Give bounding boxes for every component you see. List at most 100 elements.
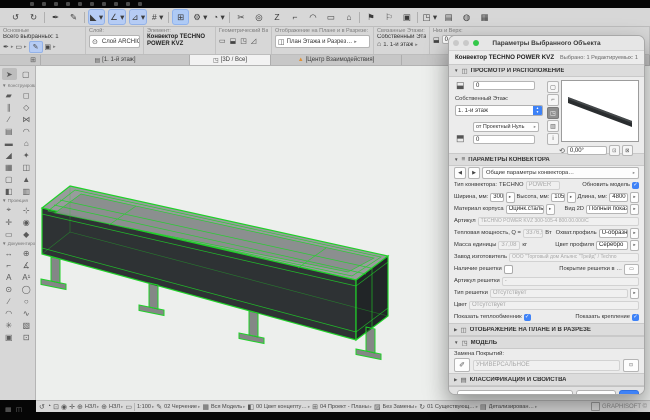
- mirror-icon[interactable]: ⊡: [609, 145, 620, 156]
- tool-icon[interactable]: ∕: [1, 113, 16, 125]
- ok-button[interactable]: ОК: [619, 390, 639, 395]
- section-floorplan[interactable]: ▶ ◫ ОТОБРАЖЕНИЕ НА ПЛАНЕ И В РАЗРЕЗЕ: [449, 323, 644, 336]
- quick-option-1-combo[interactable]: НЗЛ▸: [85, 404, 99, 410]
- chevron-icon[interactable]: ▸: [630, 240, 639, 251]
- tool-icon[interactable]: A¹: [19, 271, 34, 283]
- layers-icon[interactable]: ▦: [477, 10, 492, 24]
- adjust-icon[interactable]: ◎: [251, 10, 266, 24]
- tool-icon[interactable]: ⊕: [19, 247, 34, 259]
- renovation-filter-combo[interactable]: 01 Существующ…▸: [427, 404, 478, 410]
- tool-icon[interactable]: ▧: [19, 319, 34, 331]
- fit-icon[interactable]: ⊡: [53, 403, 59, 411]
- roof-icon[interactable]: ⌂: [341, 10, 356, 24]
- section-model[interactable]: ▼ ◳ МОДЕЛЬ: [449, 336, 644, 349]
- magnify-icon[interactable]: ⊕: [77, 403, 83, 411]
- detail-icon[interactable]: ▤: [480, 403, 487, 411]
- tool-icon[interactable]: ⌂: [19, 137, 34, 149]
- detail-level-combo[interactable]: Детализирован…▸: [489, 404, 538, 410]
- preview-list-icon[interactable]: ▥: [547, 120, 559, 132]
- toolbox-section-label[interactable]: ▼ Документирование: [0, 240, 35, 247]
- reno-icon[interactable]: ↻: [419, 403, 425, 411]
- tool-icon[interactable]: ◆: [19, 228, 34, 240]
- fillet-icon[interactable]: ◠: [305, 10, 320, 24]
- tool-icon[interactable]: ◻: [19, 89, 34, 101]
- settings-button[interactable]: ✎: [29, 41, 43, 53]
- model-view-combo[interactable]: 04 Проект - Планы▸: [320, 404, 372, 410]
- inject-parameters-icon[interactable]: ✎: [66, 10, 81, 24]
- marquee-icon[interactable]: ▭: [125, 403, 132, 411]
- chevron-icon[interactable]: ▸: [546, 204, 555, 215]
- orbit-icon[interactable]: ↺: [39, 403, 45, 411]
- tool-icon[interactable]: ◢: [1, 149, 16, 161]
- tab-floorplan[interactable]: ▤ [1. 1-й этаж]: [41, 55, 190, 65]
- tool-icon[interactable]: ⌐: [1, 259, 16, 271]
- bottom-offset-field[interactable]: 0: [473, 135, 535, 144]
- top-offset-field[interactable]: 0: [473, 81, 535, 90]
- snap-guides-icon[interactable]: ∠ ▾: [108, 9, 126, 25]
- show-exchanger-checkbox[interactable]: ✓: [524, 314, 531, 321]
- chevron-icon[interactable]: ▸: [506, 192, 515, 203]
- guide-lines-icon[interactable]: ◣ ▾: [88, 9, 105, 25]
- length-field[interactable]: 4800: [609, 193, 628, 202]
- chevron-icon[interactable]: ▸: [567, 192, 576, 203]
- grille-checkbox[interactable]: ✓: [504, 265, 513, 274]
- morph-icon[interactable]: ◳ ▾: [421, 10, 438, 24]
- tool-icon[interactable]: ✛: [1, 216, 16, 228]
- chevron-icon[interactable]: ▸: [630, 192, 639, 203]
- pen-icon[interactable]: ✎: [156, 403, 162, 411]
- tool-icon[interactable]: A: [1, 271, 16, 283]
- split-icon[interactable]: ✂: [233, 10, 248, 24]
- profile-field[interactable]: U-образный: [599, 229, 628, 238]
- tool-icon[interactable]: ∕: [1, 295, 16, 307]
- tool-icon[interactable]: ◫: [19, 161, 34, 173]
- tool-icon[interactable]: ∿: [19, 307, 34, 319]
- tool-icon[interactable]: ⊹: [19, 204, 34, 216]
- tool-icon[interactable]: ◠: [19, 125, 34, 137]
- expand-icon[interactable]: ⊠: [622, 145, 633, 156]
- tool-icon[interactable]: ◯: [19, 283, 34, 295]
- tab-overview-button[interactable]: ⊞: [26, 55, 41, 65]
- toolbox-section-label[interactable]: ▼ Конструирование: [0, 82, 35, 89]
- preview-section-icon[interactable]: ⌐: [547, 94, 559, 106]
- groups-toggle-icon[interactable]: ⊞: [172, 9, 189, 25]
- transfer-icon[interactable]: ▣: [45, 43, 52, 51]
- toolbox-section-label[interactable]: ▼ Проекция: [0, 197, 35, 204]
- preview-2d-icon[interactable]: ▢: [547, 81, 559, 93]
- tool-icon[interactable]: ◉: [19, 216, 34, 228]
- quick-option-2-combo[interactable]: НЗЛ▸: [109, 404, 123, 410]
- home-story-value[interactable]: 1. 1-й этаж: [383, 42, 413, 48]
- height-field[interactable]: 105: [551, 193, 564, 202]
- trim-icon[interactable]: ⌐: [287, 10, 302, 24]
- copy-icon[interactable]: ▣: [399, 10, 414, 24]
- stretch-icon[interactable]: Z: [269, 10, 284, 24]
- surface-picker-icon[interactable]: ⊡: [623, 359, 639, 372]
- tab-action-center[interactable]: ▲ [Центр Взаимодействия]: [271, 55, 402, 65]
- gear-icon[interactable]: ⚙ ▾: [192, 10, 208, 24]
- redo-icon[interactable]: ↻: [26, 10, 41, 24]
- tool-icon[interactable]: ⊡: [19, 331, 34, 343]
- grid-snap-icon[interactable]: # ▾: [150, 10, 165, 24]
- tool-icon[interactable]: ○: [19, 295, 34, 307]
- tool-icon[interactable]: ▥: [19, 185, 34, 197]
- pen-set-combo[interactable]: 02 Черчение▸: [164, 404, 200, 410]
- profile-color-field[interactable]: Серебро: [596, 241, 628, 250]
- section-preview-position[interactable]: ▼ ◫ ПРОСМОТР И РАСПОЛОЖЕНИЕ: [449, 64, 644, 77]
- layers-icon[interactable]: ▦: [202, 403, 209, 411]
- render-icon[interactable]: ◍: [459, 10, 474, 24]
- eye-icon[interactable]: ◉: [61, 403, 67, 411]
- view2d-field[interactable]: Полный показ: [586, 205, 628, 214]
- doc-icon[interactable]: ⊞: [312, 403, 318, 411]
- tool-icon[interactable]: ✦: [19, 149, 34, 161]
- chevron-icon[interactable]: ▸: [630, 228, 639, 239]
- param-page-select[interactable]: Общие параметры конвектора… ▸: [482, 167, 639, 179]
- pen-icon[interactable]: ✒: [3, 43, 9, 51]
- look-icon[interactable]: ◔: [47, 403, 51, 410]
- tool-icon[interactable]: ◇: [19, 101, 34, 113]
- clock-icon[interactable]: ◔ ▾: [211, 10, 226, 24]
- dialog-titlebar[interactable]: Параметры Выбранного Объекта: [449, 36, 644, 51]
- datum-select[interactable]: от Проектный Нуль ▸: [473, 122, 539, 132]
- tool-icon[interactable]: ✳: [1, 319, 16, 331]
- display-combo[interactable]: ◫ План Этажа и Разрез… ▸: [275, 35, 370, 48]
- tool-icon[interactable]: ∡: [19, 259, 34, 271]
- tool-icon[interactable]: ∥: [1, 101, 16, 113]
